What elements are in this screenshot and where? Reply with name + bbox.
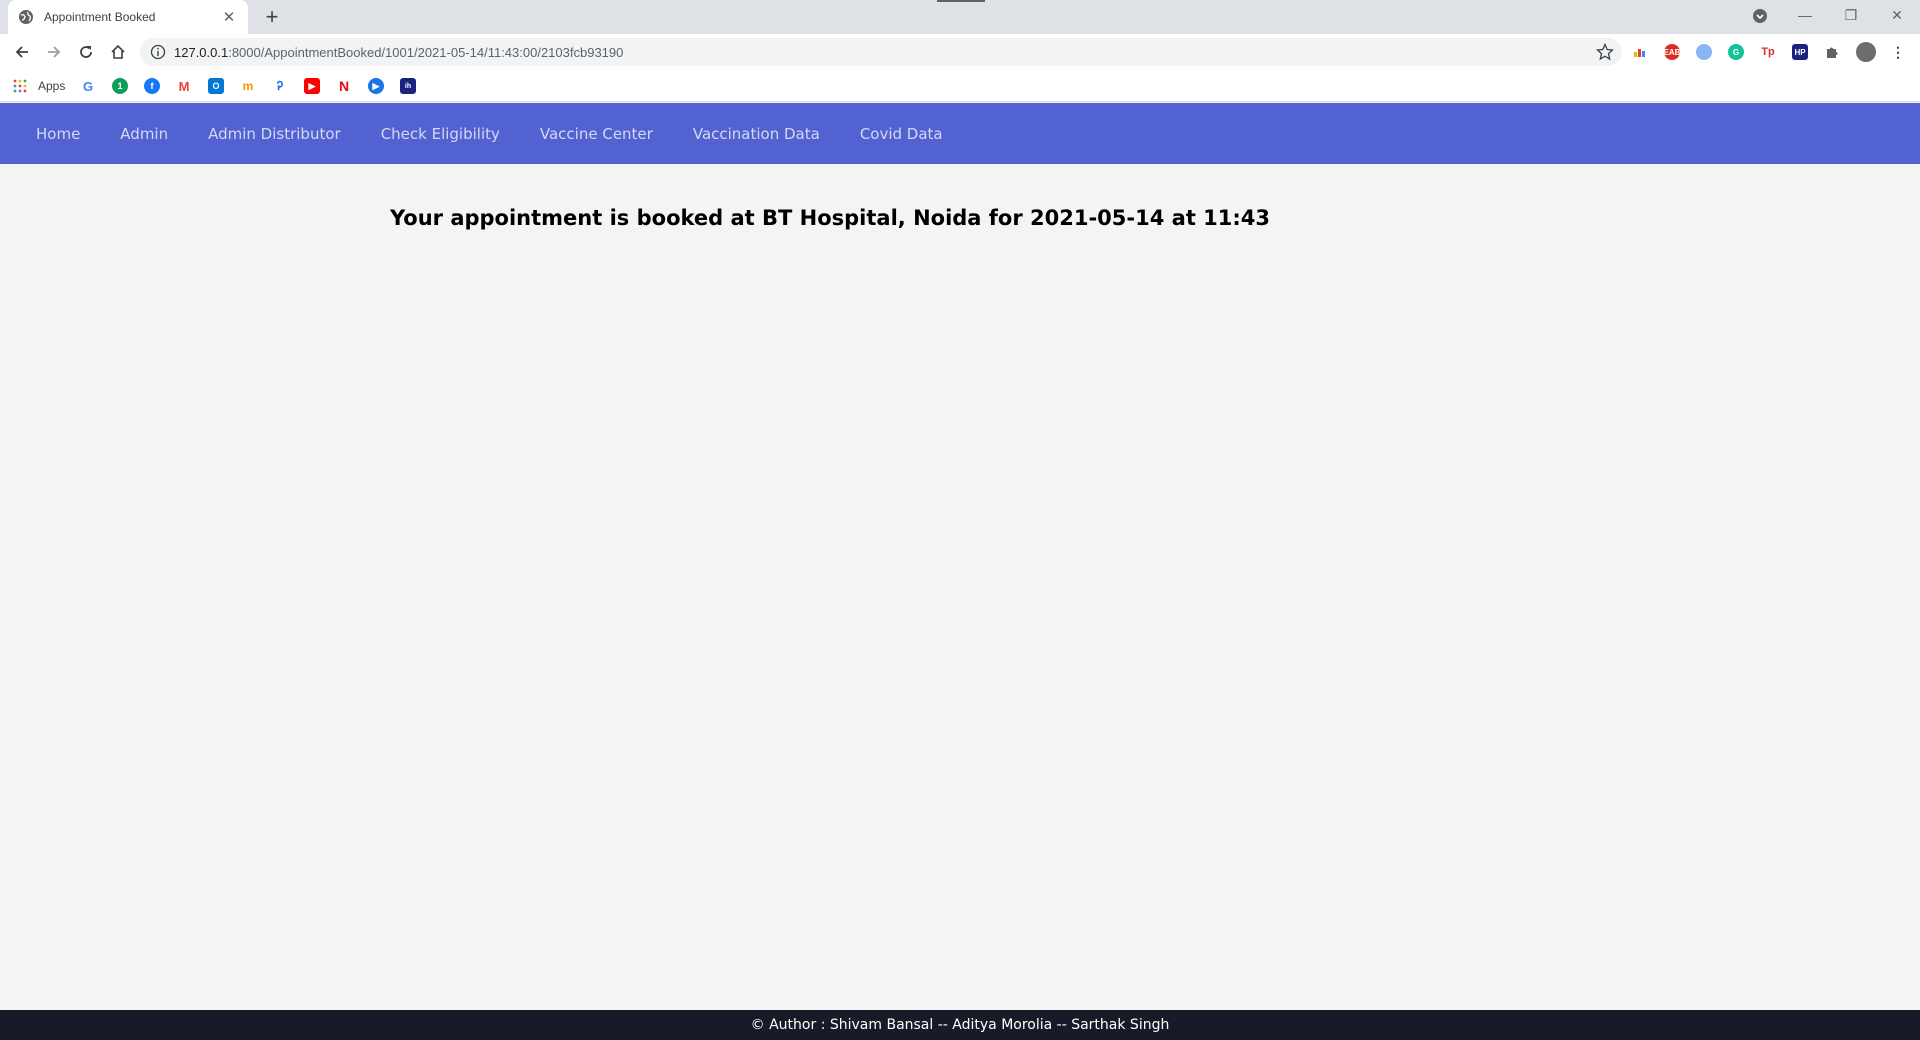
arrow-left-icon bbox=[15, 46, 28, 58]
footer: © Author : Shivam Bansal -- Aditya Morol… bbox=[0, 1010, 1920, 1040]
bookmark-blue-icon[interactable]: Ꭾ bbox=[272, 78, 288, 94]
apps-label[interactable]: Apps bbox=[38, 79, 65, 93]
extension-hp-icon[interactable]: HP bbox=[1792, 44, 1808, 60]
extension-tp-icon[interactable]: Tp bbox=[1760, 44, 1776, 60]
nav-admin-distributor[interactable]: Admin Distributor bbox=[188, 125, 361, 143]
appointment-confirmation-message: Your appointment is booked at BT Hospita… bbox=[390, 206, 1271, 230]
info-icon bbox=[150, 44, 166, 60]
google-icon[interactable]: G bbox=[80, 78, 96, 94]
site-navbar: Home Admin Admin Distributor Check Eligi… bbox=[0, 103, 1920, 164]
bookmarks-bar: Apps G 1 f M O m Ꭾ ▶ N ▶ ih bbox=[0, 70, 1920, 102]
minimize-button[interactable]: — bbox=[1790, 4, 1820, 26]
restore-button[interactable]: ❐ bbox=[1836, 4, 1866, 26]
tab-strip: Appointment Booked ✕ + — ❐ ✕ bbox=[0, 0, 1920, 34]
url-host: 127.0.0.1 bbox=[174, 44, 229, 60]
nav-covid-data[interactable]: Covid Data bbox=[840, 125, 963, 143]
nav-vaccination-data[interactable]: Vaccination Data bbox=[673, 125, 840, 143]
address-bar[interactable]: 127.0.0.1:8000/AppointmentBooked/1001/20… bbox=[140, 38, 1622, 66]
tab-search-icon[interactable] bbox=[1752, 8, 1768, 24]
close-window-button[interactable]: ✕ bbox=[1882, 4, 1912, 26]
grammarly-icon[interactable]: G bbox=[1728, 44, 1744, 60]
nav-check-eligibility[interactable]: Check Eligibility bbox=[361, 125, 520, 143]
nav-admin[interactable]: Admin bbox=[100, 125, 188, 143]
home-icon bbox=[111, 44, 125, 59]
netflix-icon[interactable]: N bbox=[336, 78, 352, 94]
bookmark-m-icon[interactable]: m bbox=[240, 78, 256, 94]
browser-toolbar: 127.0.0.1:8000/AppointmentBooked/1001/20… bbox=[0, 34, 1920, 70]
url-path: :8000/AppointmentBooked/1001/2021-05-14/… bbox=[228, 44, 624, 60]
gmail-icon[interactable]: M bbox=[176, 78, 192, 94]
extension-blue-icon[interactable] bbox=[1696, 44, 1712, 60]
forward-button[interactable] bbox=[42, 40, 66, 64]
nav-home[interactable]: Home bbox=[16, 125, 100, 143]
arrow-right-icon bbox=[48, 46, 61, 58]
close-tab-icon[interactable]: ✕ bbox=[220, 8, 238, 26]
new-tab-button[interactable]: + bbox=[258, 3, 286, 31]
youtube-icon[interactable]: ▶ bbox=[304, 78, 320, 94]
globe-icon bbox=[19, 10, 33, 24]
nav-vaccine-center[interactable]: Vaccine Center bbox=[520, 125, 673, 143]
puzzle-icon[interactable] bbox=[1824, 44, 1840, 60]
bookmark-dark-icon[interactable]: ih bbox=[400, 78, 416, 94]
url-text: 127.0.0.1:8000/AppointmentBooked/1001/20… bbox=[174, 45, 623, 60]
outlook-icon[interactable]: O bbox=[208, 78, 224, 94]
extension-colors-icon[interactable] bbox=[1632, 44, 1648, 60]
reload-button[interactable] bbox=[74, 40, 98, 64]
window-drag-indicator bbox=[937, 0, 985, 2]
browser-tab[interactable]: Appointment Booked ✕ bbox=[8, 0, 248, 34]
tab-title: Appointment Booked bbox=[44, 10, 156, 24]
bookmark-star-icon[interactable] bbox=[1596, 43, 1614, 61]
play-icon[interactable]: ▶ bbox=[368, 78, 384, 94]
home-button[interactable] bbox=[106, 40, 130, 64]
back-button[interactable] bbox=[10, 40, 34, 64]
bookmark-green-icon[interactable]: 1 bbox=[112, 78, 128, 94]
avatar[interactable] bbox=[1856, 42, 1876, 62]
apps-grid-icon[interactable] bbox=[12, 78, 28, 94]
menu-dots-icon[interactable]: ⋮ bbox=[1890, 44, 1906, 60]
facebook-icon[interactable]: f bbox=[144, 78, 160, 94]
reload-icon bbox=[80, 46, 92, 58]
extension-red-icon[interactable]: EAB bbox=[1664, 44, 1680, 60]
